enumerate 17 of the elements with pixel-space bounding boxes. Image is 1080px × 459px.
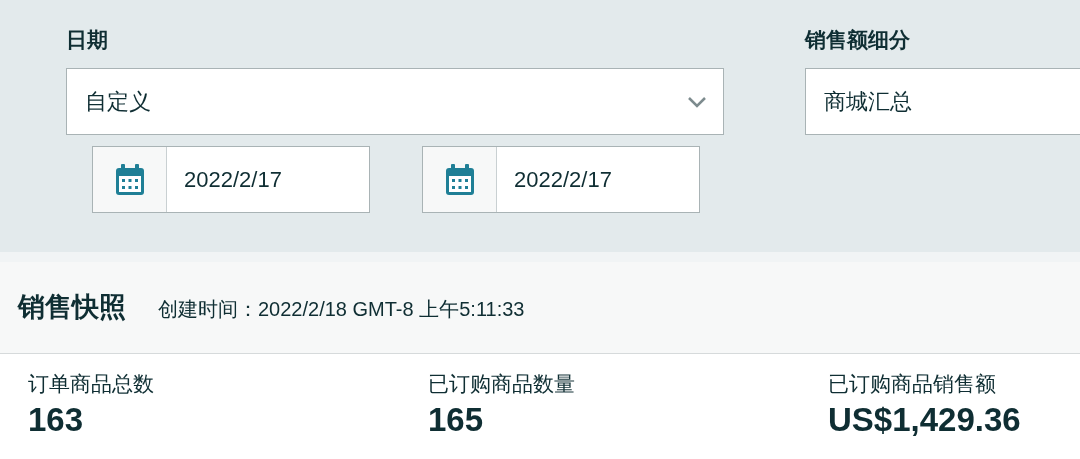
calendar-icon <box>113 162 146 197</box>
date-field[interactable]: 2022/2/17 <box>422 146 700 213</box>
metric-label: 已订购商品数量 <box>428 371 575 397</box>
dropdown[interactable]: 商城汇总 <box>805 68 1080 135</box>
dropdown[interactable]: 自定义 <box>66 68 724 135</box>
date-field[interactable]: 2022/2/17 <box>92 146 370 213</box>
section-title: 销售快照 <box>18 291 126 325</box>
metric-label: 订单商品总数 <box>28 371 154 397</box>
calendar-icon <box>443 162 476 197</box>
metric-value: 163 <box>28 399 84 440</box>
metric-value: 165 <box>428 399 484 440</box>
filter-label: 日期 <box>66 27 108 53</box>
metric-label: 已订购商品销售额 <box>828 371 996 397</box>
chevron-down-icon <box>687 95 707 108</box>
filter-label: 销售额细分 <box>805 27 910 53</box>
metric-value: US$1,429.36 <box>828 399 1021 440</box>
created-time: 创建时间：2022/2/18 GMT-8 上午5:11:33 <box>158 296 525 322</box>
